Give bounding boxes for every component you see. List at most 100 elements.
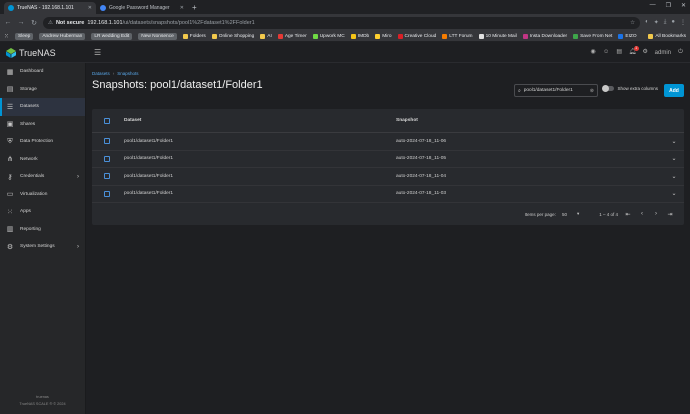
bookmark-icon xyxy=(442,33,448,39)
snapshot-cell: auto-2024-07-18_11-05 xyxy=(396,156,447,162)
back-icon[interactable]: ← xyxy=(4,19,12,26)
select-all-checkbox[interactable] xyxy=(104,117,110,124)
tab-truenas[interactable]: TrueNAS - 192.168.1.101 ✕ xyxy=(4,2,96,14)
bookmark-item[interactable]: 10 Minute Mail xyxy=(478,33,517,39)
toggle-knob[interactable] xyxy=(602,85,610,92)
expand-row-icon[interactable]: ⌄ xyxy=(664,173,684,180)
profile-icon[interactable]: ● xyxy=(671,19,675,26)
breadcrumb-datasets[interactable]: Datasets xyxy=(92,71,110,76)
table-row[interactable]: pool1/dataset1/Folder1 auto-2024-07-18_11… xyxy=(92,151,684,168)
row-checkbox[interactable] xyxy=(104,173,110,180)
shield-icon: ⛨ xyxy=(7,137,13,145)
bookmark-item[interactable]: Insta Downloader xyxy=(522,33,567,39)
sidebar-item-datasets[interactable]: ☰ Datasets xyxy=(0,98,85,116)
truenas-logo[interactable]: TrueNAS xyxy=(6,47,86,58)
expand-row-icon[interactable]: ⌄ xyxy=(664,155,684,162)
sidebar-item-virtualization[interactable]: ▭ Virtualization xyxy=(0,186,85,204)
minimize-icon[interactable]: — xyxy=(650,2,656,9)
tab-password-manager[interactable]: Google Password Manager ✕ xyxy=(96,2,188,14)
close-tab-icon[interactable]: ✕ xyxy=(88,5,92,11)
table-row[interactable]: pool1/dataset1/Folder1 auto-2024-07-18_11… xyxy=(92,168,684,186)
table-row[interactable]: pool1/dataset1/Folder1 auto-2024-07-18_11… xyxy=(92,133,684,151)
row-checkbox[interactable] xyxy=(104,138,110,145)
first-page-icon[interactable]: ⇤ xyxy=(624,211,632,218)
truenas-favicon-icon xyxy=(8,5,14,11)
bookmark-item[interactable]: AI xyxy=(260,33,272,39)
bookmark-item[interactable]: New Nonsence xyxy=(138,32,177,40)
bookmark-item[interactable]: IMDb xyxy=(350,33,369,39)
bookmark-item[interactable]: Save From Net xyxy=(573,33,612,39)
table-header: Dataset Snapshot xyxy=(92,109,684,133)
jobs-icon[interactable]: ▤ xyxy=(616,49,623,56)
bookmark-item[interactable]: Creative Cloud xyxy=(397,33,436,39)
hamburger-menu-icon[interactable]: ☰ xyxy=(94,48,101,57)
bookmark-item[interactable]: Upwork MC xyxy=(312,33,345,39)
sidebar-item-apps[interactable]: ⁙ Apps xyxy=(0,203,85,221)
bookmark-item[interactable]: Miro xyxy=(375,33,392,39)
sidebar-item-dashboard[interactable]: ▦ Dashboard xyxy=(0,63,85,81)
close-window-icon[interactable]: ✕ xyxy=(681,2,686,9)
power-icon[interactable]: ⏻ xyxy=(677,49,684,56)
extension-icon[interactable]: ◐ xyxy=(645,19,649,26)
toggle-track[interactable] xyxy=(602,85,615,92)
new-tab-button[interactable]: + xyxy=(188,2,201,14)
sidebar-item-storage[interactable]: ▤ Storage xyxy=(0,81,85,99)
address-bar[interactable]: ⚠ Not secure 192.168.1.101/ui/datasets/s… xyxy=(43,16,641,29)
items-per-page-select[interactable]: 50 ▾ xyxy=(562,211,579,217)
bookmark-star-icon[interactable]: ☆ xyxy=(630,20,635,26)
row-checkbox[interactable] xyxy=(104,190,110,197)
alerts-icon[interactable]: 🔔︎ 1 xyxy=(629,46,639,56)
forward-icon[interactable]: → xyxy=(17,19,25,26)
maximize-icon[interactable]: ❐ xyxy=(666,2,671,9)
items-per-page-label: Items per page: xyxy=(524,211,556,217)
puzzle-icon[interactable]: ✦ xyxy=(654,19,659,26)
search-input[interactable]: ⌕ pool1/dataset1/Folder1 ⊗ xyxy=(514,84,598,97)
tab-title: Google Password Manager xyxy=(109,5,170,11)
breadcrumb-snapshots[interactable]: Snapshots xyxy=(117,71,138,76)
reload-icon[interactable]: ↻ xyxy=(30,19,38,27)
bookmark-item[interactable]: Sleep xyxy=(15,32,34,40)
expand-row-icon[interactable]: ⌄ xyxy=(664,190,684,197)
download-icon[interactable]: ⤓ xyxy=(664,19,667,26)
feedback-icon[interactable]: ☺ xyxy=(603,49,610,56)
show-extra-columns-toggle[interactable]: Show extra columns xyxy=(602,85,658,92)
close-tab-icon[interactable]: ✕ xyxy=(180,5,184,11)
column-header-dataset[interactable]: Dataset xyxy=(124,118,396,123)
bookmark-item[interactable]: Online Shopping xyxy=(211,33,254,39)
apps-grid-icon[interactable]: ⁙ xyxy=(4,33,9,40)
expand-row-icon[interactable]: ⌄ xyxy=(664,138,684,145)
user-menu[interactable]: admin xyxy=(655,50,671,56)
hostname: truenas xyxy=(36,395,49,399)
help-icon[interactable]: ⚙ xyxy=(642,49,649,56)
table-row[interactable]: pool1/dataset1/Folder1 auto-2024-07-18_11… xyxy=(92,186,684,203)
all-bookmarks[interactable]: All Bookmarks xyxy=(648,33,686,39)
warning-icon[interactable]: ⚠ xyxy=(48,20,53,26)
bookmark-item[interactable]: EIZO xyxy=(618,33,637,39)
sidebar-item-data-protection[interactable]: ⛨ Data Protection xyxy=(0,133,85,151)
previous-page-icon[interactable]: ‹ xyxy=(638,211,646,217)
version[interactable]: TrueNAS SCALE ® © 2024 xyxy=(0,401,85,408)
clear-search-icon[interactable]: ⊗ xyxy=(590,88,594,94)
sidebar-item-network[interactable]: ⋔ Network xyxy=(0,151,85,169)
sidebar-item-reporting[interactable]: ▥ Reporting xyxy=(0,221,85,239)
sidebar-item-shares[interactable]: ▣ Shares xyxy=(0,116,85,134)
bookmark-icon xyxy=(211,33,217,39)
bookmark-item[interactable]: Age Timer xyxy=(277,33,307,39)
next-page-icon[interactable]: › xyxy=(652,211,660,217)
row-checkbox[interactable] xyxy=(104,155,110,162)
search-value[interactable]: pool1/dataset1/Folder1 xyxy=(524,88,573,93)
last-page-icon[interactable]: ⇥ xyxy=(666,211,674,218)
bookmark-item[interactable]: LR wedding Edit xyxy=(91,32,133,40)
bookmark-item[interactable]: Andrew Huberman xyxy=(39,32,86,40)
column-header-snapshot[interactable]: Snapshot xyxy=(396,118,684,123)
add-button[interactable]: Add xyxy=(664,84,684,97)
chevron-right-icon: › xyxy=(77,173,79,180)
sidebar-item-credentials[interactable]: ⚷ Credentials › xyxy=(0,168,85,186)
security-status[interactable]: Not secure xyxy=(56,20,84,26)
menu-icon[interactable]: ⋮ xyxy=(680,19,686,26)
ix-logo-icon[interactable]: ◉ xyxy=(590,49,597,56)
bookmark-item[interactable]: Folders xyxy=(182,33,206,39)
truenas-logo-icon xyxy=(6,47,16,58)
bookmark-item[interactable]: LTT Forum xyxy=(442,33,473,39)
sidebar-item-system-settings[interactable]: ⚙ System Settings › xyxy=(0,238,85,256)
